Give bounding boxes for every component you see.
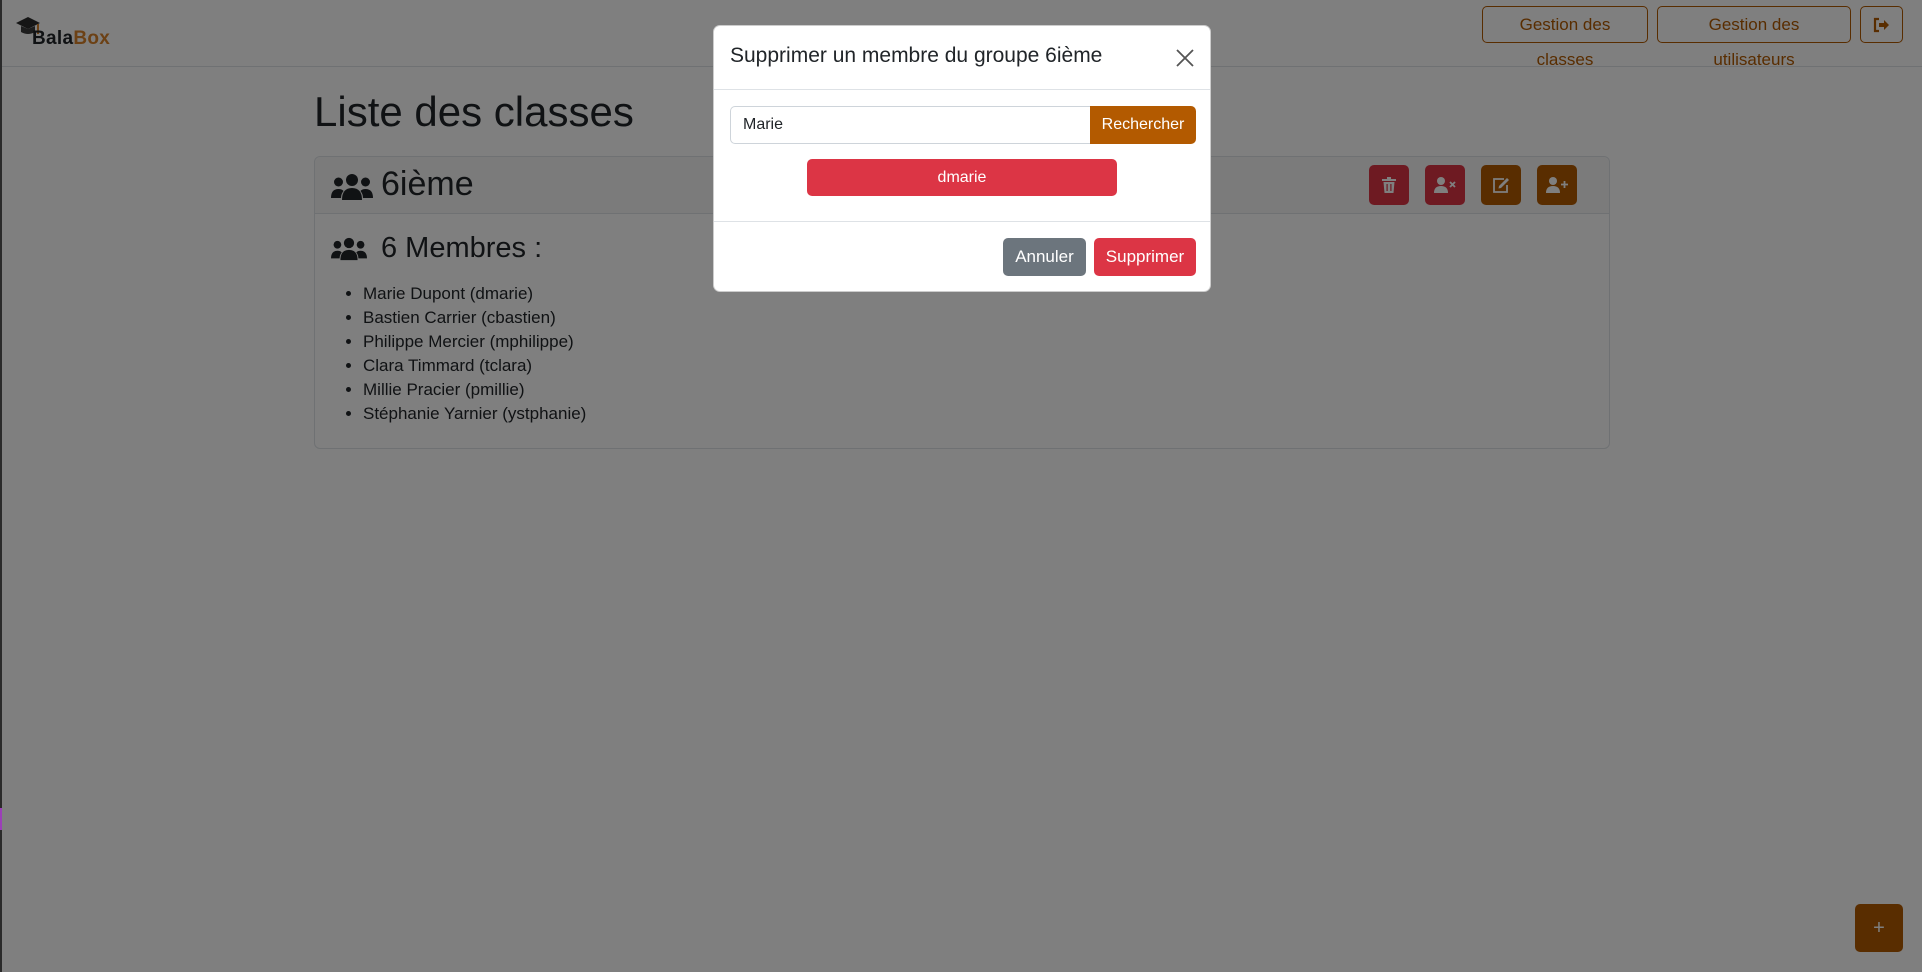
close-icon[interactable] xyxy=(1175,48,1195,68)
remove-member-modal: Supprimer un membre du groupe 6ième Rech… xyxy=(713,25,1211,292)
member-search-input[interactable] xyxy=(730,106,1091,144)
search-result-item[interactable]: dmarie xyxy=(807,159,1117,196)
modal-header: Supprimer un membre du groupe 6ième xyxy=(714,26,1210,90)
window-edge-marker xyxy=(0,808,2,830)
search-button[interactable]: Rechercher xyxy=(1090,106,1196,144)
modal-title: Supprimer un membre du groupe 6ième xyxy=(730,44,1103,67)
delete-button[interactable]: Supprimer xyxy=(1094,238,1196,276)
cancel-button[interactable]: Annuler xyxy=(1003,238,1086,276)
